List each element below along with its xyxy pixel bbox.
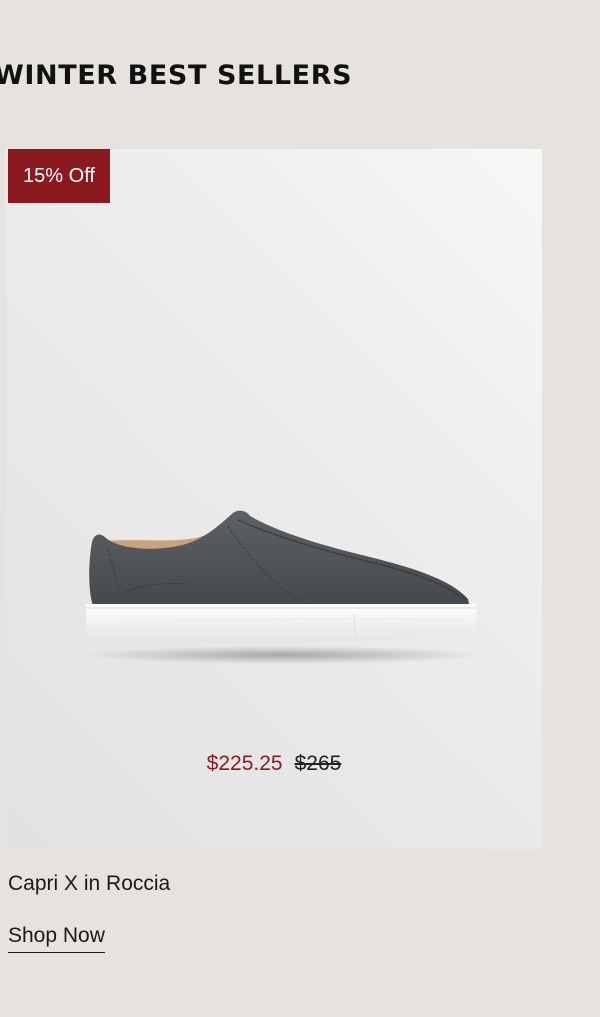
sneaker-image[interactable] bbox=[78, 504, 478, 674]
product-name[interactable]: Capri X in Roccia bbox=[8, 872, 170, 896]
sale-price: $225.25 bbox=[206, 752, 283, 775]
section-title: WINTER BEST SELLERS bbox=[0, 60, 353, 91]
product-card[interactable]: 15% Off $225.25 $265 bbox=[6, 149, 542, 849]
original-price: $265 bbox=[294, 752, 342, 775]
price-row: $225.25 $265 bbox=[6, 752, 542, 776]
discount-badge: 15% Off bbox=[8, 149, 110, 203]
shop-now-link[interactable]: Shop Now bbox=[8, 924, 105, 953]
